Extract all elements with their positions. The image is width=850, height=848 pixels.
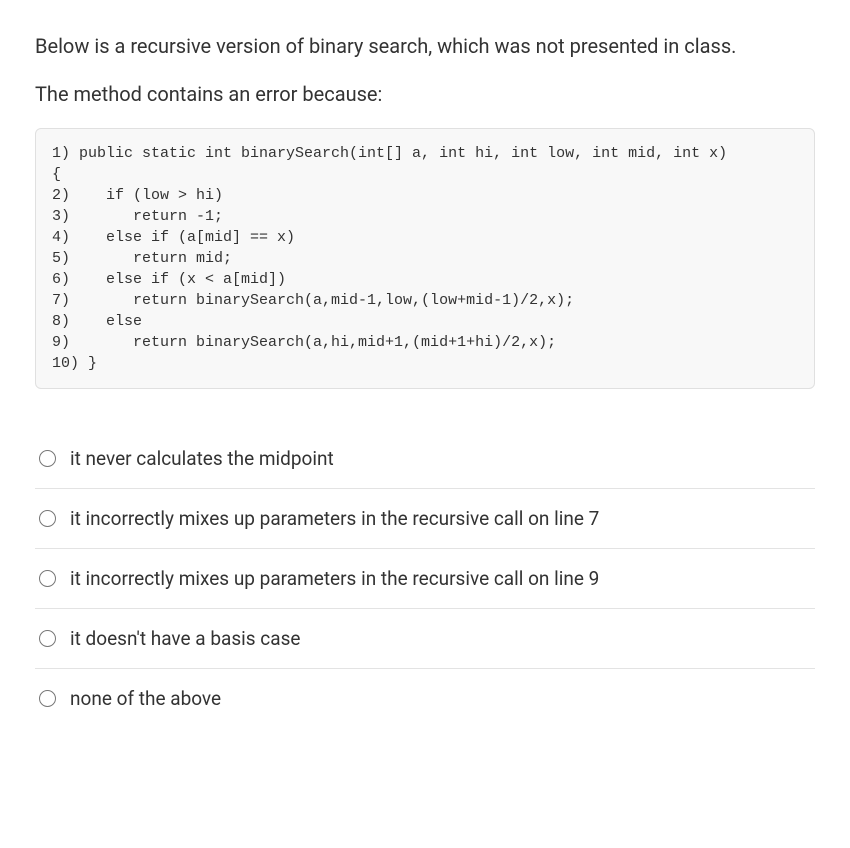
option-1[interactable]: it never calculates the midpoint (35, 429, 815, 489)
radio-icon (39, 570, 56, 587)
option-3[interactable]: it incorrectly mixes up parameters in th… (35, 549, 815, 609)
question-paragraph-1: Below is a recursive version of binary s… (35, 30, 815, 62)
option-label: none of the above (70, 687, 221, 710)
question-text: Below is a recursive version of binary s… (35, 30, 815, 110)
option-2[interactable]: it incorrectly mixes up parameters in th… (35, 489, 815, 549)
radio-icon (39, 450, 56, 467)
option-label: it doesn't have a basis case (70, 627, 300, 650)
option-label: it incorrectly mixes up parameters in th… (70, 567, 599, 590)
radio-icon (39, 630, 56, 647)
question-paragraph-2: The method contains an error because: (35, 78, 815, 110)
options-list: it never calculates the midpoint it inco… (35, 429, 815, 728)
radio-icon (39, 690, 56, 707)
radio-icon (39, 510, 56, 527)
option-label: it never calculates the midpoint (70, 447, 334, 470)
option-5[interactable]: none of the above (35, 669, 815, 728)
option-4[interactable]: it doesn't have a basis case (35, 609, 815, 669)
option-label: it incorrectly mixes up parameters in th… (70, 507, 599, 530)
code-block: 1) public static int binarySearch(int[] … (35, 128, 815, 389)
